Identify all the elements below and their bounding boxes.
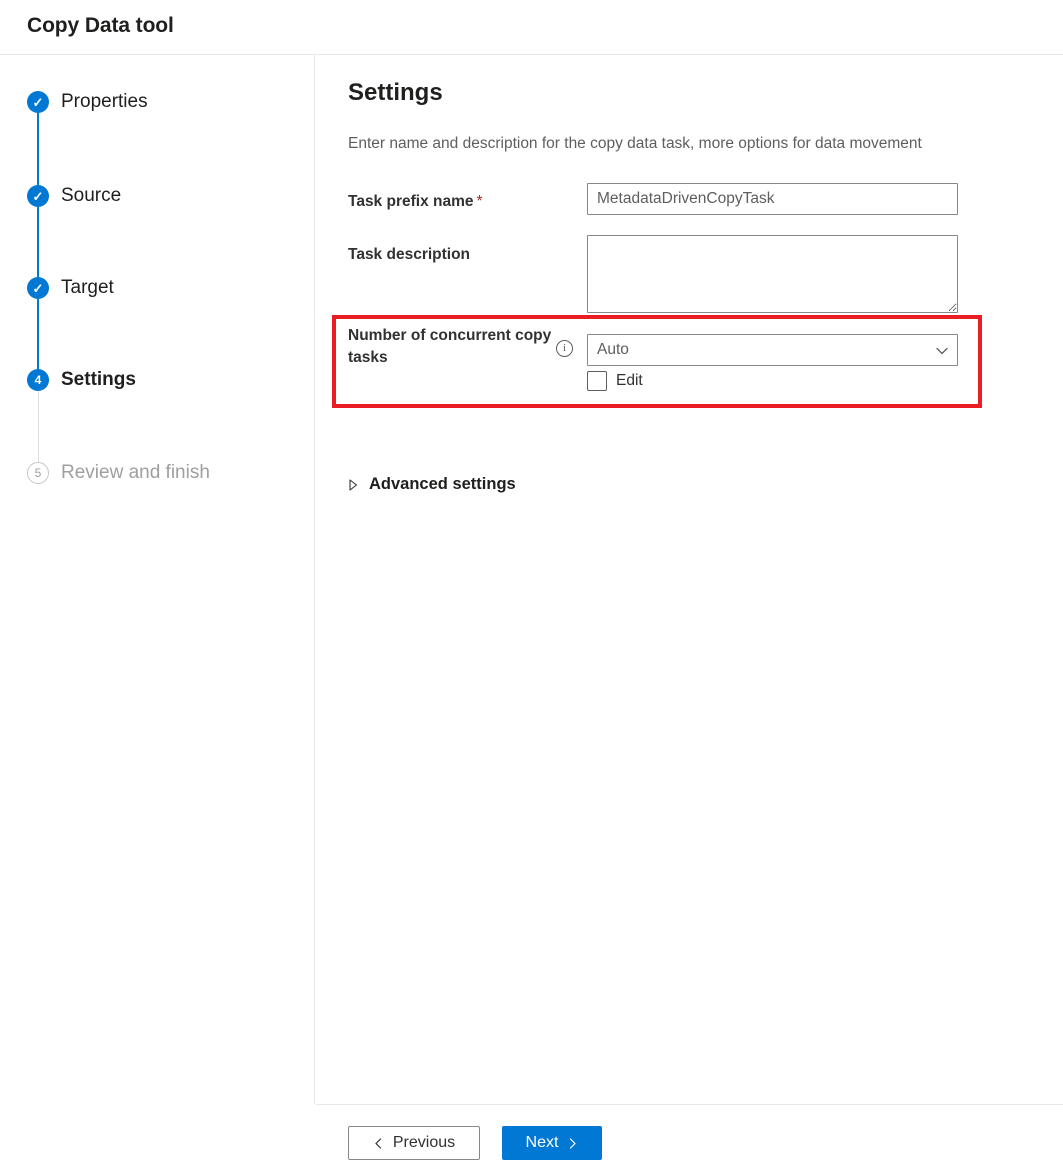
- advanced-settings-label: Advanced settings: [369, 475, 516, 494]
- sidebar-item-settings[interactable]: 4 Settings: [0, 360, 315, 400]
- select-selected-value: Auto: [597, 341, 629, 359]
- check-icon: ✓: [33, 190, 44, 203]
- edit-checkbox-row[interactable]: Edit: [587, 371, 643, 391]
- wizard-sidebar: ✓ Properties ✓ Source ✓ Target 4 Setting…: [0, 55, 315, 1104]
- step-connector-3-4: [37, 299, 39, 369]
- chevron-left-icon: [373, 1138, 384, 1149]
- page-title: Copy Data tool: [27, 14, 174, 38]
- step-connector-2-3: [37, 207, 39, 278]
- panel-subtitle: Enter name and description for the copy …: [348, 135, 922, 153]
- previous-button-label: Previous: [393, 1134, 455, 1152]
- step-number: 5: [35, 466, 42, 480]
- sidebar-item-label: Settings: [61, 369, 136, 391]
- next-button[interactable]: Next: [502, 1126, 602, 1160]
- task-prefix-name-input[interactable]: [587, 183, 958, 215]
- sidebar-item-source[interactable]: ✓ Source: [0, 176, 315, 216]
- task-description-label: Task description: [348, 244, 470, 266]
- step-marker-number: 5: [27, 462, 49, 484]
- select-display[interactable]: Auto: [587, 334, 958, 366]
- sidebar-item-label: Review and finish: [61, 462, 210, 484]
- step-marker-number: 4: [27, 369, 49, 391]
- check-icon: ✓: [33, 96, 44, 109]
- step-connector-4-5: [38, 391, 39, 462]
- sidebar-item-properties[interactable]: ✓ Properties: [0, 82, 315, 122]
- step-connector-1-2: [37, 113, 39, 186]
- edit-checkbox-label: Edit: [616, 372, 643, 390]
- sidebar-item-label: Source: [61, 185, 121, 207]
- step-marker-complete-icon: ✓: [27, 91, 49, 113]
- caret-right-icon: [346, 478, 360, 492]
- required-asterisk: *: [477, 193, 483, 210]
- step-marker-complete-icon: ✓: [27, 185, 49, 207]
- concurrent-copy-tasks-label: Number of concurrent copy tasks: [348, 325, 558, 369]
- advanced-settings-toggle[interactable]: Advanced settings: [346, 475, 516, 494]
- step-marker-complete-icon: ✓: [27, 277, 49, 299]
- info-icon[interactable]: i: [556, 340, 573, 357]
- check-icon: ✓: [33, 282, 44, 295]
- task-description-textarea[interactable]: [587, 235, 958, 313]
- panel-title: Settings: [348, 79, 443, 107]
- wizard-footer: Previous Next: [316, 1104, 1063, 1173]
- step-number: 4: [35, 373, 42, 387]
- next-button-label: Next: [526, 1134, 559, 1152]
- label-text: Task prefix name: [348, 193, 474, 210]
- sidebar-item-target[interactable]: ✓ Target: [0, 268, 315, 308]
- app-header: Copy Data tool: [0, 0, 1063, 55]
- previous-button[interactable]: Previous: [348, 1126, 480, 1160]
- sidebar-item-label: Properties: [61, 91, 148, 113]
- concurrent-copy-tasks-select[interactable]: Auto: [587, 334, 958, 366]
- settings-panel: Settings Enter name and description for …: [316, 55, 1063, 1104]
- sidebar-item-review-and-finish[interactable]: 5 Review and finish: [0, 453, 315, 493]
- edit-checkbox[interactable]: [587, 371, 607, 391]
- chevron-right-icon: [567, 1138, 578, 1149]
- sidebar-item-label: Target: [61, 277, 114, 299]
- task-prefix-name-label: Task prefix name*: [348, 191, 483, 213]
